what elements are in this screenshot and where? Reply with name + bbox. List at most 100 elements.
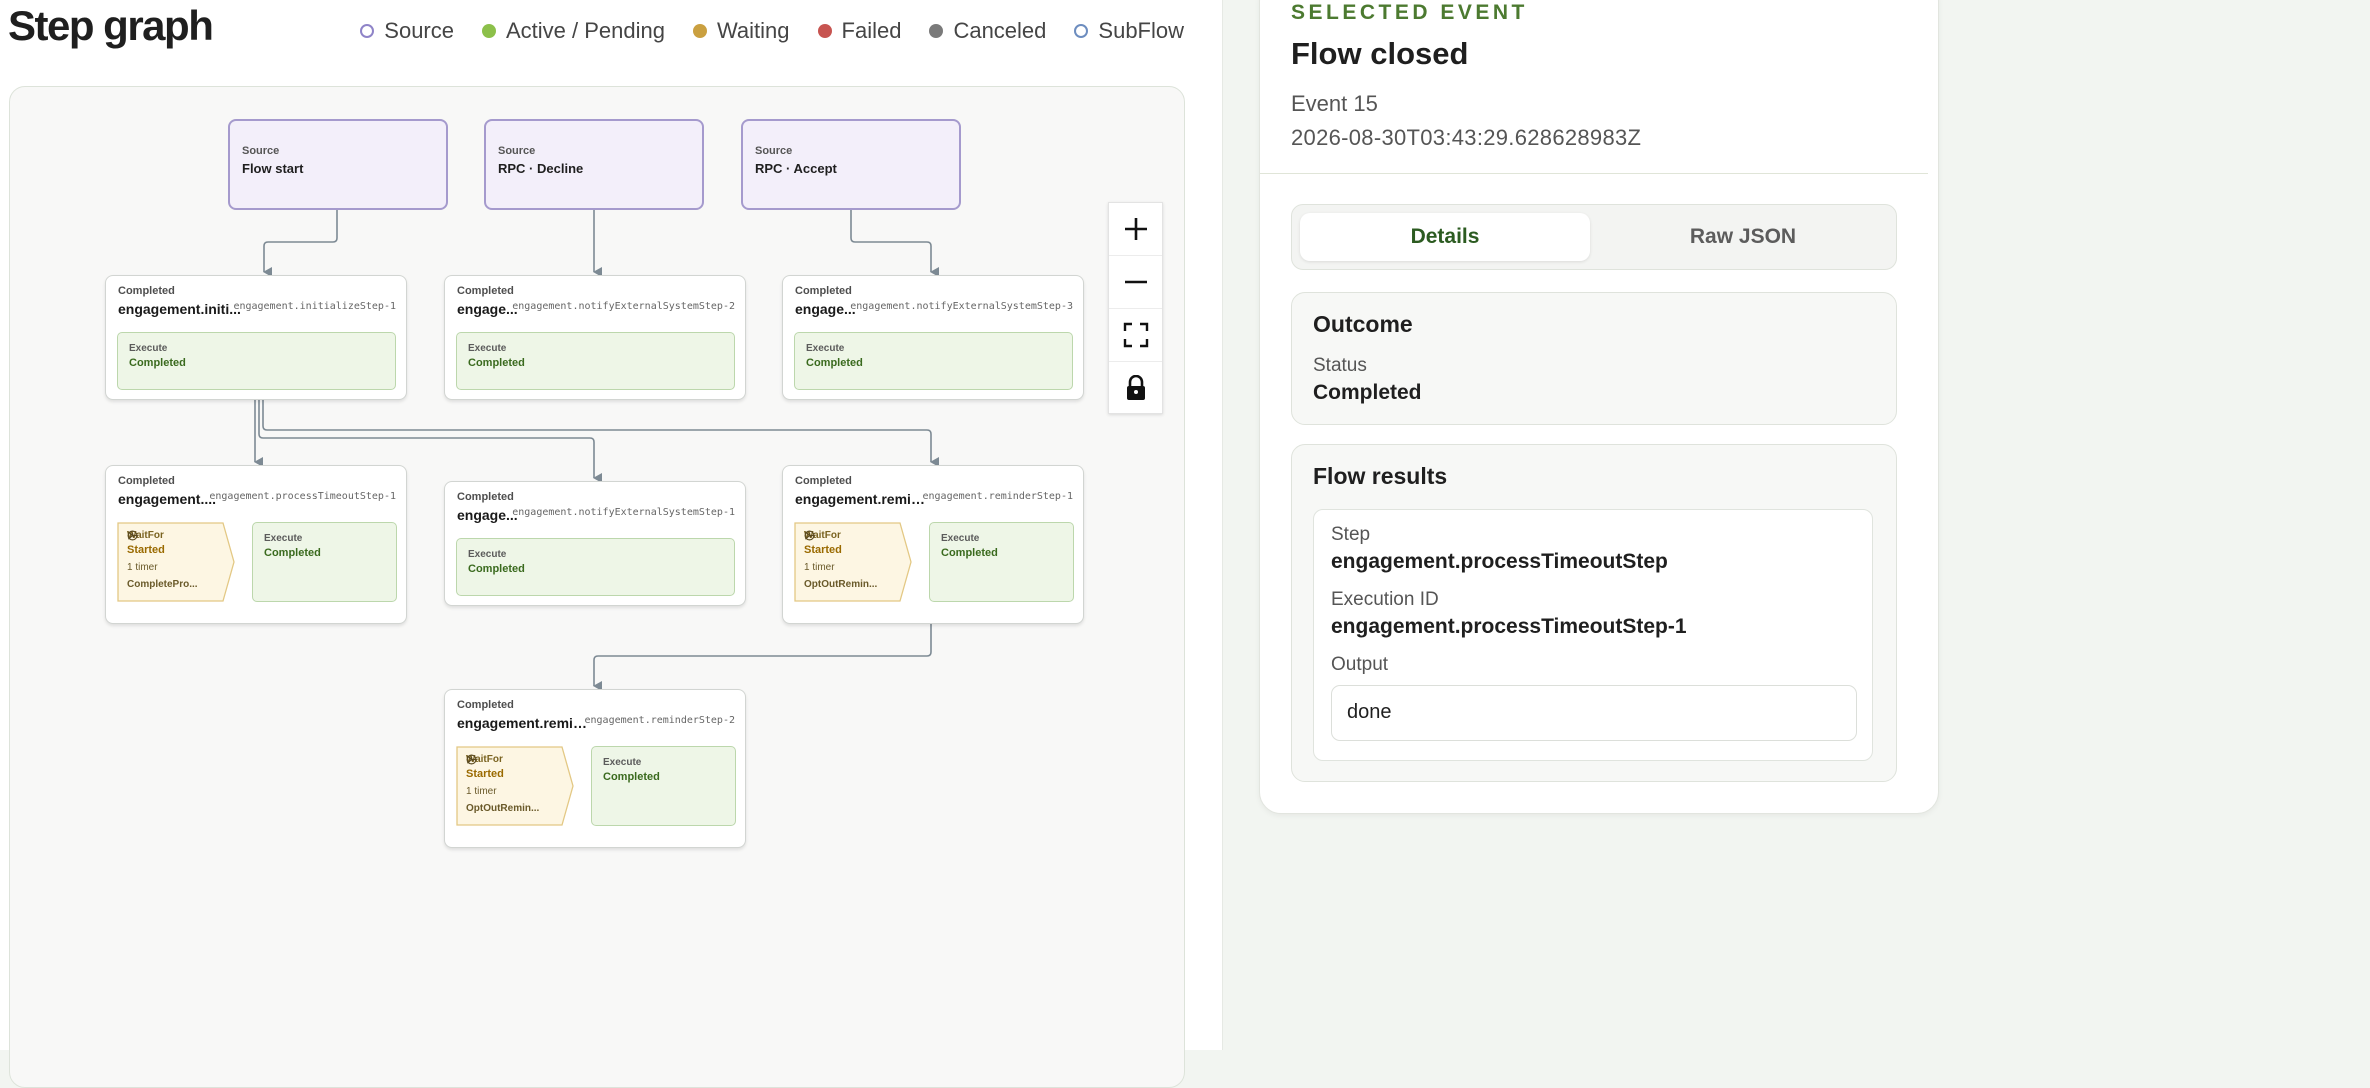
flow-results-title: Flow results bbox=[1313, 463, 1448, 489]
waitfor-box[interactable]: WaitFor Started 1 timer CompletePro... bbox=[117, 522, 235, 602]
execute-status: Completed bbox=[603, 771, 660, 783]
edge-initialize-to-reminder1 bbox=[262, 400, 939, 467]
step-value: engagement.processTimeoutStep bbox=[1331, 550, 1668, 573]
outcome-title: Outcome bbox=[1313, 311, 1413, 337]
step-name: engagement.remin... bbox=[457, 715, 587, 731]
zoom-in-icon bbox=[1124, 218, 1147, 240]
zoom-in-button[interactable] bbox=[1109, 203, 1162, 256]
execute-kind: Execute bbox=[603, 757, 642, 768]
source-node-rpc-accept[interactable]: Source RPC · Accept bbox=[741, 119, 961, 210]
step-node-reminder-1[interactable]: Completed engagement.remin... engagement… bbox=[782, 465, 1084, 624]
waitfor-box[interactable]: WaitFor Started 1 timer OptOutRemin... bbox=[794, 522, 912, 602]
tab-raw-json[interactable]: Raw JSON bbox=[1598, 213, 1888, 261]
execute-kind: Execute bbox=[264, 533, 303, 544]
step-node-notify-1[interactable]: Completed engage... engagement.notifyExt… bbox=[444, 481, 746, 606]
source-name: RPC · Accept bbox=[755, 161, 837, 176]
canceled-legend-dot bbox=[929, 24, 944, 38]
step-execution-id: engagement.initializeStep-1 bbox=[233, 301, 396, 312]
status-value: Completed bbox=[1313, 381, 1422, 404]
step-status: Completed bbox=[118, 475, 175, 487]
execute-kind: Execute bbox=[468, 549, 507, 560]
legend-item-active: Active / Pending bbox=[482, 18, 665, 44]
execution-id-value: engagement.processTimeoutStep-1 bbox=[1331, 615, 1687, 638]
legend-label: Source bbox=[384, 18, 454, 43]
signal-icon bbox=[127, 531, 138, 540]
execute-box[interactable]: Execute Completed bbox=[929, 522, 1074, 602]
legend-item-source: Source bbox=[360, 18, 454, 44]
selected-event-panel: SELECTED EVENT Flow closed Event 15 2026… bbox=[1259, 0, 1939, 814]
source-legend-dot bbox=[360, 24, 375, 38]
step-status: Completed bbox=[457, 699, 514, 711]
step-status: Completed bbox=[118, 285, 175, 297]
waitfor-status: Started bbox=[466, 768, 504, 780]
signal-row: CompletePro... bbox=[127, 531, 198, 590]
edge-accept-to-notify3 bbox=[850, 210, 939, 277]
timer-row: 1 timer bbox=[466, 754, 539, 797]
legend-item-canceled: Canceled bbox=[929, 18, 1046, 44]
waitfor-kind: WaitFor bbox=[804, 530, 841, 541]
execute-kind: Execute bbox=[468, 343, 507, 354]
event-title: Flow closed bbox=[1291, 36, 1469, 71]
source-name: RPC · Decline bbox=[498, 161, 584, 176]
lock-button[interactable] bbox=[1109, 362, 1162, 414]
step-execution-id: engagement.notifyExternalSystemStep-1 bbox=[512, 507, 735, 518]
flow-result-item: Step engagement.processTimeoutStep Execu… bbox=[1313, 509, 1873, 761]
detail-tabs: Details Raw JSON bbox=[1291, 204, 1897, 270]
step-status: Completed bbox=[795, 285, 852, 297]
event-number: Event 15 bbox=[1291, 91, 1378, 116]
execute-status: Completed bbox=[129, 357, 186, 369]
signal-row: OptOutRemin... bbox=[804, 531, 877, 590]
timer-row: 1 timer bbox=[804, 530, 877, 573]
waitfor-status: Started bbox=[804, 544, 842, 556]
legend-label: Canceled bbox=[953, 18, 1047, 43]
execute-box[interactable]: Execute Completed bbox=[456, 332, 735, 390]
fit-view-button[interactable] bbox=[1109, 309, 1162, 362]
legend-label: SubFlow bbox=[1098, 18, 1184, 43]
step-name: engagement.initi... bbox=[118, 301, 241, 317]
step-node-notify-2[interactable]: Completed engage... engagement.notifyExt… bbox=[444, 275, 746, 400]
legend-item-subflow: SubFlow bbox=[1074, 18, 1184, 44]
graph-canvas[interactable]: Source Flow start Source RPC · Decline S… bbox=[9, 86, 1185, 1088]
waitfor-kind: WaitFor bbox=[466, 754, 503, 765]
execute-box[interactable]: Execute Completed bbox=[591, 746, 736, 826]
step-execution-id: engagement.notifyExternalSystemStep-3 bbox=[850, 301, 1073, 312]
step-name: engagement.remin... bbox=[795, 491, 925, 507]
waiting-legend-dot bbox=[692, 24, 707, 38]
execute-kind: Execute bbox=[941, 533, 980, 544]
divider bbox=[1260, 173, 1928, 174]
signal-icon bbox=[804, 531, 815, 540]
source-node-flow-start[interactable]: Source Flow start bbox=[228, 119, 448, 210]
execute-box[interactable]: Execute Completed bbox=[456, 538, 735, 596]
execute-box[interactable]: Execute Completed bbox=[117, 332, 396, 390]
source-node-rpc-decline[interactable]: Source RPC · Decline bbox=[484, 119, 704, 210]
legend-item-failed: Failed bbox=[817, 18, 901, 44]
legend-label: Waiting bbox=[716, 18, 790, 43]
source-kind: Source bbox=[755, 145, 793, 157]
step-node-initialize[interactable]: Completed engagement.initi... engagement… bbox=[105, 275, 407, 400]
step-node-reminder-2[interactable]: Completed engagement.remin... engagement… bbox=[444, 689, 746, 848]
step-label: Step bbox=[1331, 524, 1371, 545]
signal-icon bbox=[466, 755, 477, 764]
step-name: engage... bbox=[457, 301, 518, 317]
selected-event-label: SELECTED EVENT bbox=[1291, 1, 1528, 24]
step-execution-id: engagement.notifyExternalSystemStep-2 bbox=[512, 301, 735, 312]
execute-box[interactable]: Execute Completed bbox=[252, 522, 397, 602]
step-status: Completed bbox=[457, 285, 514, 297]
step-node-notify-3[interactable]: Completed engage... engagement.notifyExt… bbox=[782, 275, 1084, 400]
timer-row: 1 timer bbox=[127, 530, 198, 573]
step-name: engagement.... bbox=[118, 491, 217, 507]
tab-details[interactable]: Details bbox=[1300, 213, 1590, 261]
zoom-out-button[interactable] bbox=[1109, 256, 1162, 309]
step-node-process-timeout[interactable]: Completed engagement.... engagement.proc… bbox=[105, 465, 407, 624]
output-field[interactable]: done bbox=[1331, 685, 1857, 741]
step-name: engage... bbox=[795, 301, 856, 317]
signal-row: OptOutRemin... bbox=[466, 755, 540, 814]
waitfor-status: Started bbox=[127, 544, 165, 556]
execute-status: Completed bbox=[468, 563, 525, 575]
step-execution-id: engagement.processTimeoutStep-1 bbox=[209, 491, 396, 502]
zoom-out-icon bbox=[1124, 280, 1147, 284]
execute-box[interactable]: Execute Completed bbox=[794, 332, 1073, 390]
flow-results-panel: Flow results Step engagement.processTime… bbox=[1291, 444, 1897, 782]
waitfor-box[interactable]: WaitFor Started 1 timer OptOutRemin... bbox=[456, 746, 574, 826]
signal-name: OptOutRemin... bbox=[466, 803, 540, 814]
